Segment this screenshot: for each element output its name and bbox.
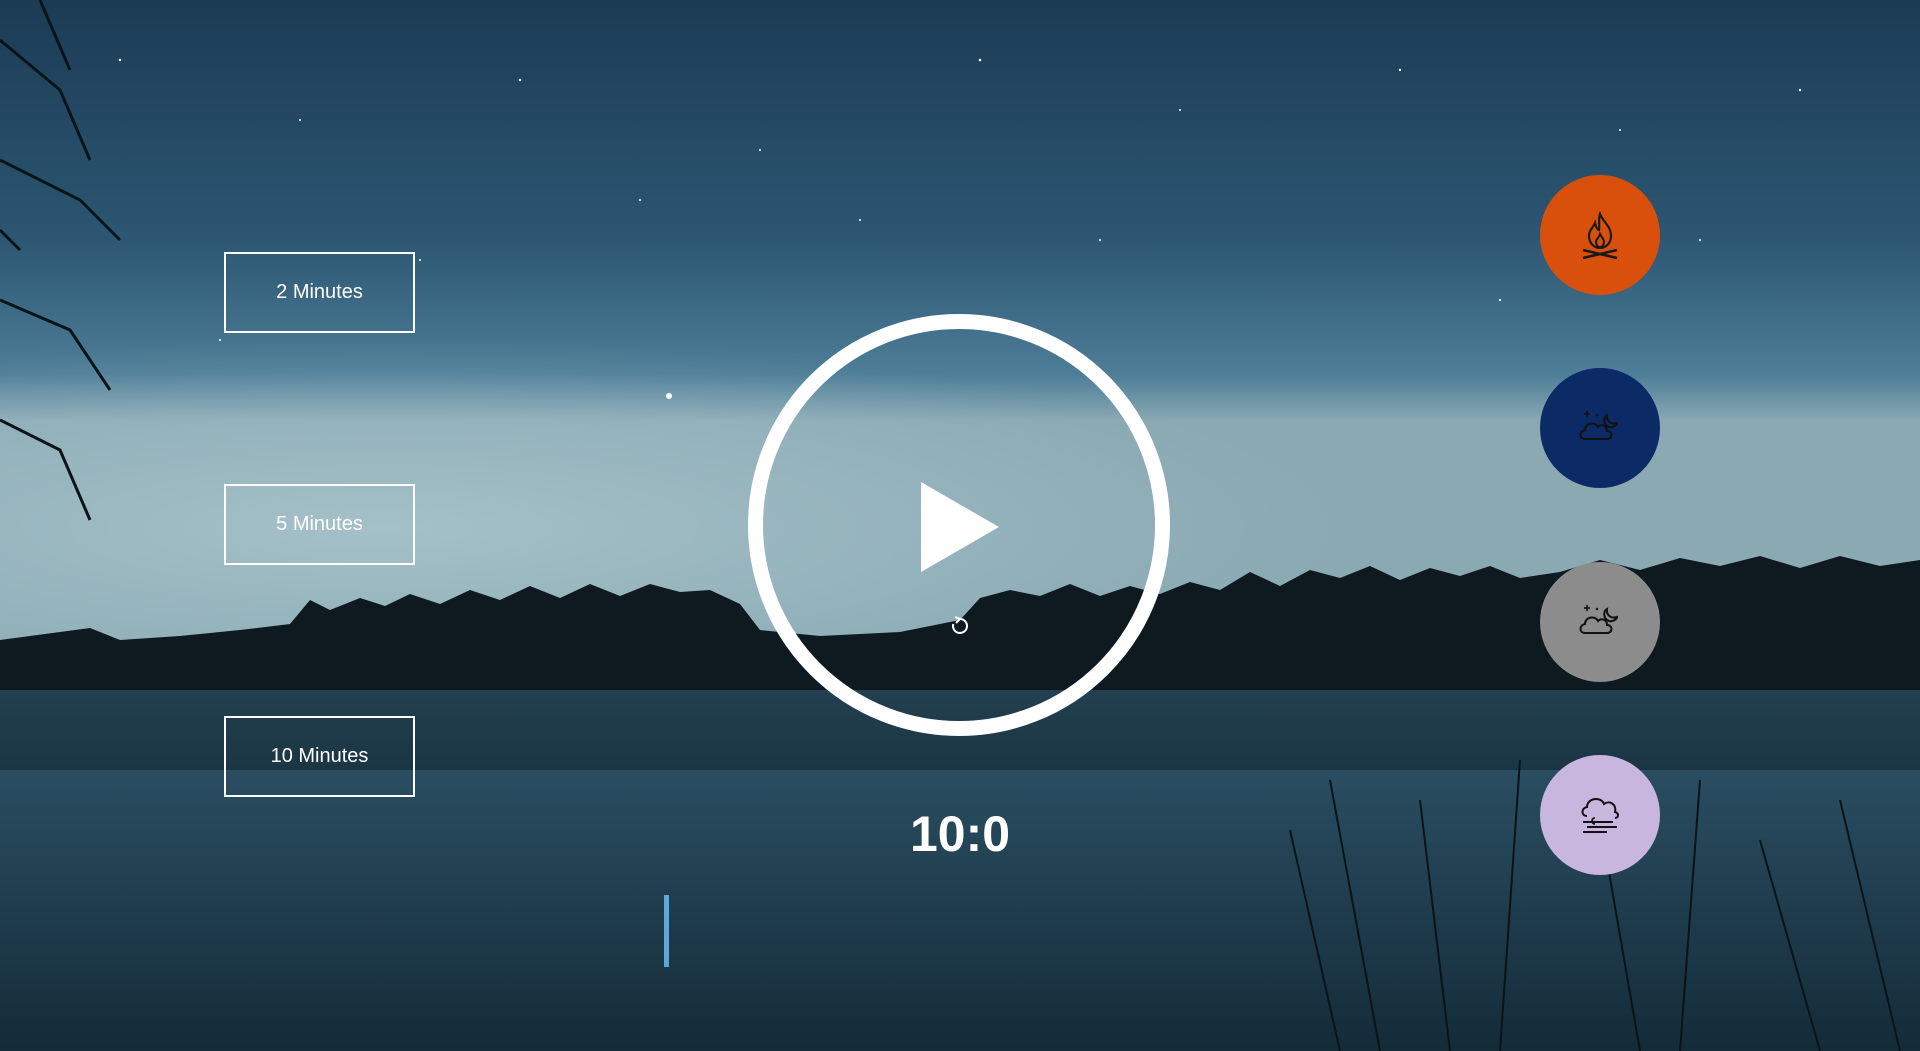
light-reflection (664, 895, 669, 967)
sound-button-night-alt[interactable] (1540, 562, 1660, 682)
play-icon[interactable] (921, 482, 999, 572)
duration-button-5-minutes[interactable]: 5 Minutes (224, 484, 415, 565)
wind-cloud-icon (1581, 798, 1619, 833)
reset-icon[interactable] (950, 616, 970, 636)
night-cloud-icon (1579, 605, 1619, 634)
sound-button-campfire[interactable] (1540, 175, 1660, 295)
duration-button-2-minutes[interactable]: 2 Minutes (224, 252, 415, 333)
duration-button-10-minutes[interactable]: 10 Minutes (224, 716, 415, 797)
campfire-icon (1582, 210, 1618, 260)
sound-button-wind[interactable] (1540, 755, 1660, 875)
sound-button-night[interactable] (1540, 368, 1660, 488)
night-cloud-icon (1579, 411, 1619, 440)
timer-display: 10:0 (909, 806, 1011, 862)
